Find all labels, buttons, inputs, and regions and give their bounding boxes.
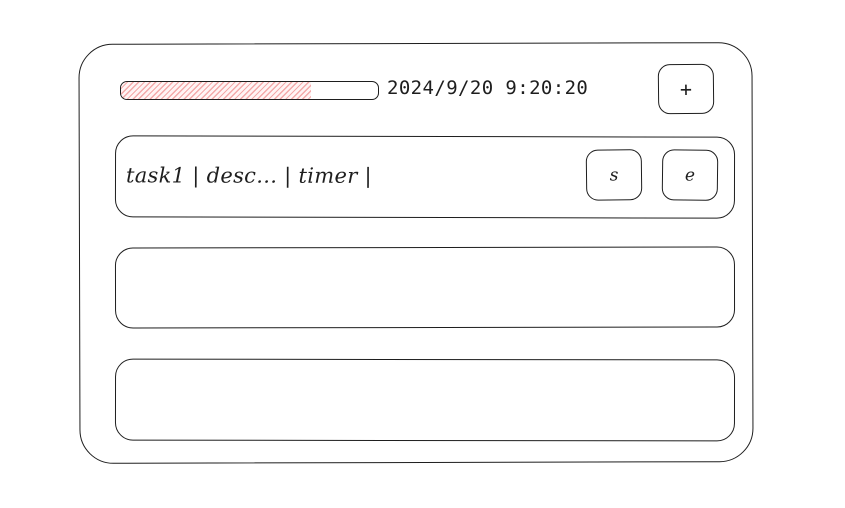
task-row-empty[interactable] bbox=[114, 246, 736, 329]
add-task-button[interactable]: + bbox=[657, 63, 715, 115]
start-button[interactable]: s bbox=[585, 149, 643, 201]
datetime-display: 2024/9/20 9:20:20 bbox=[387, 77, 589, 99]
task-summary: task1 | desc... | timer | bbox=[125, 163, 372, 188]
task-row-empty[interactable] bbox=[114, 358, 736, 442]
progress-fill bbox=[121, 82, 312, 99]
progress-bar bbox=[120, 81, 379, 100]
end-button[interactable]: e bbox=[661, 149, 719, 201]
task-row[interactable]: task1 | desc... | timer | s e bbox=[114, 135, 736, 219]
